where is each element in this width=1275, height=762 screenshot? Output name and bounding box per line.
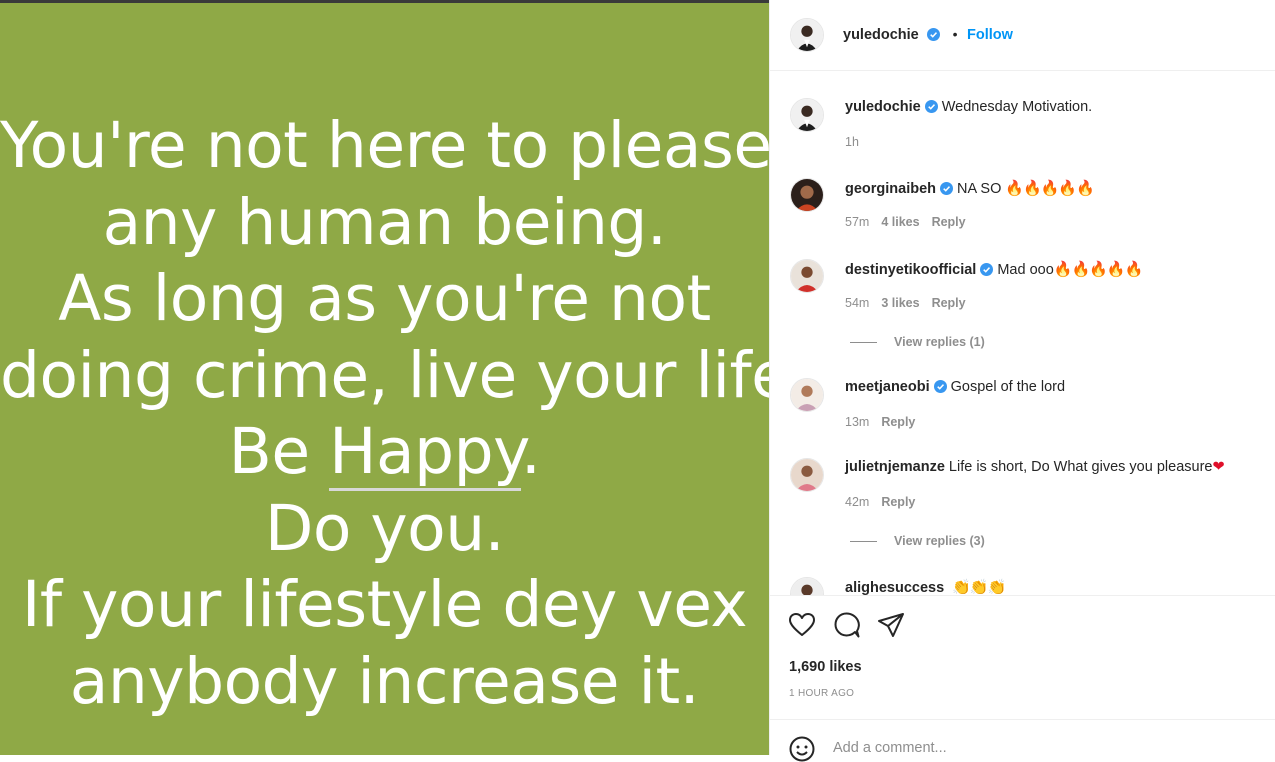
comment-body: yuledochie Wednesday Motivation.: [845, 99, 1092, 115]
comment-meta: 42m Reply: [845, 495, 915, 509]
comment-body: georginaibeh NA SO 🔥🔥🔥🔥🔥: [845, 179, 1095, 197]
separator-dot: •: [952, 26, 958, 42]
heart-icon[interactable]: [788, 611, 816, 639]
replies-dash: [850, 541, 877, 543]
comment-body: meetjaneobi Gospel of the lord: [845, 379, 1065, 395]
comment-username[interactable]: meetjaneobi: [845, 379, 930, 395]
comment-input[interactable]: [833, 738, 1193, 758]
view-replies-label: View replies (1): [894, 335, 985, 349]
share-icon[interactable]: [877, 611, 905, 639]
quote-period: .: [520, 415, 541, 488]
comment-body: destinyetikoofficial Mad ooo🔥🔥🔥🔥🔥: [845, 260, 1143, 278]
comment-time[interactable]: 1h: [845, 135, 859, 149]
post-header: yuledochie • Follow: [770, 0, 1275, 71]
comment-meta: 13m Reply: [845, 415, 915, 429]
verified-badge-icon: [940, 182, 954, 195]
comment-text: Life is short, Do What gives you pleasur…: [948, 459, 1213, 475]
comment-body: alighesuccess 👏👏👏: [845, 578, 1006, 595]
avatar[interactable]: [790, 18, 824, 52]
clap-emoji: 👏👏👏: [952, 579, 1006, 595]
quote-line: any human being.: [102, 185, 667, 259]
comment-time[interactable]: 54m: [845, 296, 869, 310]
quote-line: anybody increase it.: [69, 644, 700, 718]
comment-icon[interactable]: [833, 611, 861, 639]
reply-button[interactable]: Reply: [932, 296, 966, 310]
comment-username[interactable]: alighesuccess: [845, 580, 944, 595]
comment-likes[interactable]: 3 likes: [881, 296, 919, 310]
verified-badge-icon: [933, 380, 947, 393]
quote-line: If your lifestyle dey vex: [21, 568, 748, 641]
avatar[interactable]: [790, 98, 824, 132]
avatar[interactable]: [790, 458, 824, 492]
quote-text: You're not here to please any human bein…: [0, 108, 809, 720]
view-replies-button[interactable]: View replies (3): [850, 534, 985, 548]
add-comment-bar: [770, 719, 1275, 762]
comments-list[interactable]: yuledochie Wednesday Motivation. 1h georg…: [770, 71, 1275, 595]
fire-emoji: 🔥🔥🔥🔥🔥: [1053, 261, 1143, 278]
comment-time[interactable]: 13m: [845, 415, 869, 429]
heart-emoji: ❤: [1212, 459, 1225, 475]
view-replies-label: View replies (3): [894, 534, 985, 548]
quote-line: doing crime, live your life.: [0, 338, 809, 412]
comment-text: Gospel of the lord: [950, 379, 1066, 395]
reply-button[interactable]: Reply: [881, 415, 915, 429]
quote-line: You're not here to please: [0, 109, 772, 182]
post-timestamp[interactable]: 1 HOUR AGO: [789, 688, 854, 699]
verified-badge-icon: [924, 100, 938, 113]
reply-button[interactable]: Reply: [932, 215, 966, 229]
fire-emoji: 🔥🔥🔥🔥🔥: [1005, 180, 1094, 197]
comment-time[interactable]: 57m: [845, 215, 869, 229]
comment-text: Wednesday Motivation.: [941, 99, 1093, 115]
comment-username[interactable]: yuledochie: [845, 99, 921, 115]
comment-likes[interactable]: 4 likes: [881, 215, 919, 229]
quote-line-be-happy: Be Happy.: [0, 414, 769, 491]
likes-count[interactable]: 1,690 likes: [789, 659, 862, 675]
comment-username[interactable]: destinyetikoofficial: [845, 262, 976, 278]
post-sidebar: yuledochie • Follow yuledochie Wednesday …: [769, 0, 1275, 762]
replies-dash: [850, 342, 877, 344]
avatar[interactable]: [790, 378, 824, 412]
comment-username[interactable]: georginaibeh: [845, 181, 936, 197]
verified-badge-icon: [980, 263, 994, 276]
avatar[interactable]: [790, 259, 824, 293]
comment-meta: 1h: [845, 135, 859, 149]
comment-meta: 54m 3 likes Reply: [845, 296, 966, 310]
header-username[interactable]: yuledochie: [843, 27, 919, 43]
comment-body: julietnjemanze Life is short, Do What giv…: [845, 459, 1225, 475]
follow-button[interactable]: Follow: [967, 27, 1013, 43]
verified-badge-icon: [927, 28, 941, 41]
emoji-icon[interactable]: [789, 736, 815, 762]
quote-happy: Happy: [329, 415, 521, 491]
avatar[interactable]: [790, 178, 824, 212]
post-actions: 1,690 likes 1 HOUR AGO: [770, 595, 1275, 719]
comment-username[interactable]: julietnjemanze: [845, 459, 945, 475]
quote-be: Be: [228, 415, 330, 488]
quote-line: Do you.: [264, 491, 505, 565]
post-image: You're not here to please any human bein…: [0, 3, 809, 755]
avatar[interactable]: [790, 577, 824, 595]
quote-line: As long as you're not: [58, 262, 711, 335]
reply-button[interactable]: Reply: [881, 495, 915, 509]
view-replies-button[interactable]: View replies (1): [850, 335, 985, 349]
header-user: yuledochie • Follow: [843, 26, 1013, 44]
comment-meta: 57m 4 likes Reply: [845, 215, 966, 229]
comment-text: Mad ooo: [997, 262, 1054, 278]
comment-text: NA SO: [957, 181, 1002, 197]
comment-time[interactable]: 42m: [845, 495, 869, 509]
